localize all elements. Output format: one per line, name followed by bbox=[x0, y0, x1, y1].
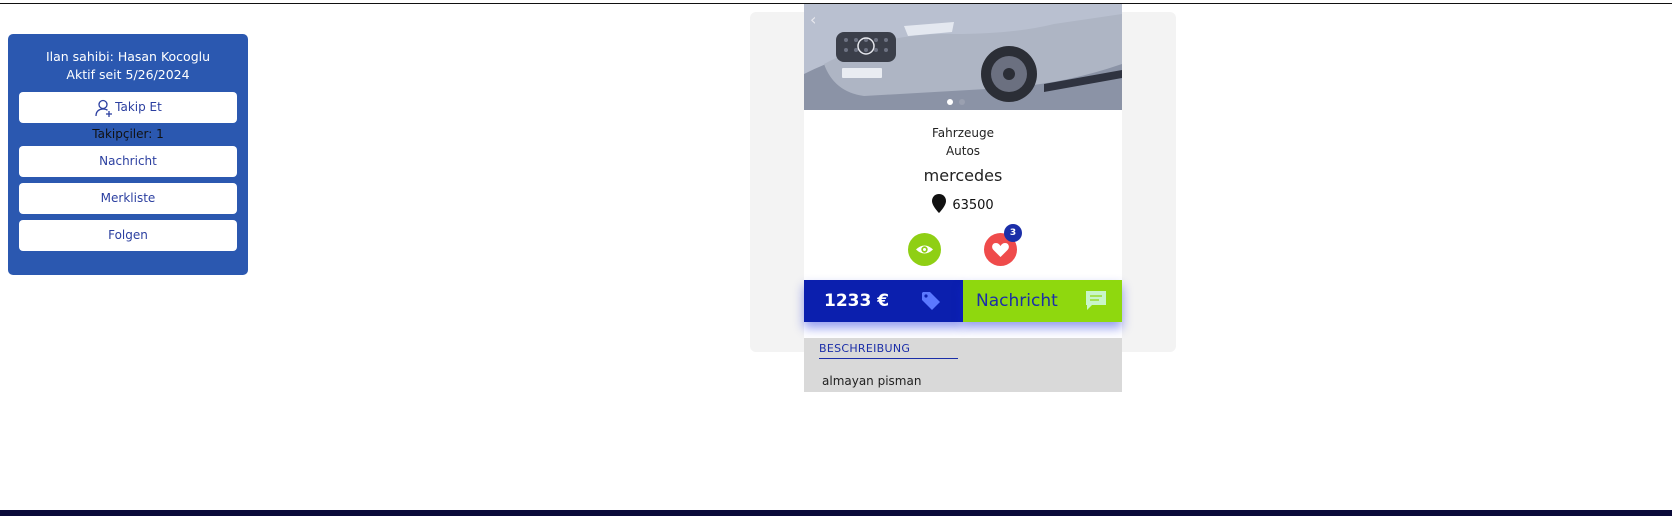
listing-category[interactable]: Fahrzeuge bbox=[804, 126, 1122, 140]
listing-card: ‹ Fahrzeuge Autos mercedes 63500 3 1233 … bbox=[804, 4, 1122, 392]
user-add-icon bbox=[94, 98, 114, 118]
listing-price: 1233 € bbox=[824, 291, 890, 311]
listing-title: mercedes bbox=[923, 166, 1003, 185]
message-button-label: Nachricht bbox=[976, 291, 1058, 311]
listing-subcategory[interactable]: Autos bbox=[804, 144, 1122, 158]
message-button[interactable]: Nachricht bbox=[963, 280, 1122, 322]
eye-icon bbox=[916, 245, 933, 254]
followers-count: Takipçiler: 1 bbox=[92, 127, 164, 141]
tab-description[interactable]: BESCHREIBUNG bbox=[819, 342, 958, 359]
location-pin-icon bbox=[932, 194, 947, 217]
footer-bar bbox=[0, 510, 1672, 516]
seller-card: Ilan sahibi: Hasan Kocoglu Aktif seit 5/… bbox=[8, 34, 248, 275]
follow-button[interactable]: Takip Et bbox=[19, 92, 237, 123]
watchlist-button[interactable]: Merkliste bbox=[19, 183, 237, 214]
follow-seller-button[interactable]: Folgen bbox=[19, 220, 237, 251]
chat-bubble-icon bbox=[1086, 291, 1106, 310]
message-seller-button[interactable]: Nachricht bbox=[19, 146, 237, 177]
seller-info: Ilan sahibi: Hasan Kocoglu Aktif seit 5/… bbox=[8, 48, 248, 84]
listing-location: 63500 bbox=[804, 194, 1122, 217]
follow-button-label: Takip Et bbox=[115, 100, 162, 114]
seller-active-since: Aktif seit 5/26/2024 bbox=[66, 67, 190, 82]
image-pagination bbox=[947, 90, 971, 109]
price-tag-icon bbox=[922, 292, 940, 310]
price-button[interactable]: 1233 € bbox=[804, 280, 963, 322]
chevron-left-icon[interactable]: ‹ bbox=[810, 10, 816, 29]
seller-owner: Ilan sahibi: Hasan Kocoglu bbox=[45, 49, 211, 64]
heart-icon bbox=[992, 243, 1009, 257]
listing-image[interactable]: ‹ bbox=[804, 4, 1122, 110]
image-dot-1[interactable] bbox=[947, 99, 953, 105]
description-section: BESCHREIBUNG almayan pisman bbox=[804, 338, 1122, 392]
views-button[interactable] bbox=[908, 233, 941, 266]
image-dot-2[interactable] bbox=[959, 99, 965, 105]
location-zip: 63500 bbox=[952, 198, 994, 213]
description-text: almayan pisman bbox=[822, 374, 922, 388]
likes-count-badge: 3 bbox=[1004, 224, 1022, 242]
